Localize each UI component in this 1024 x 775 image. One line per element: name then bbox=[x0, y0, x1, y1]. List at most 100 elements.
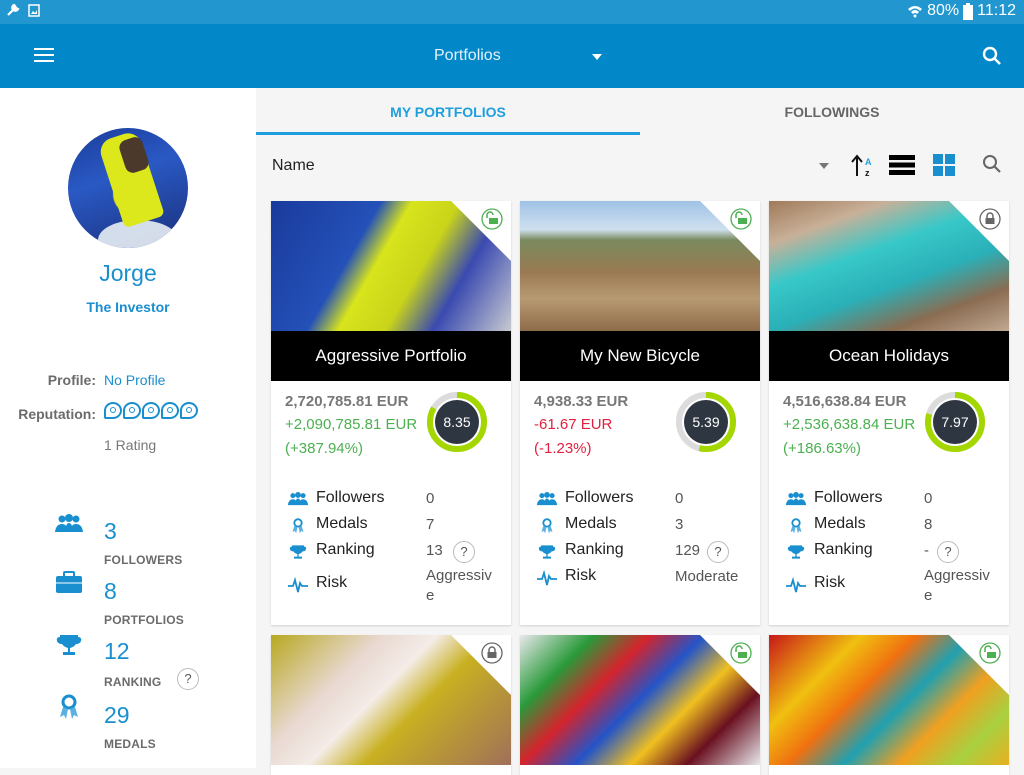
app-bar: Portfolios bbox=[0, 24, 1024, 88]
portfolio-card[interactable]: Aggressive Portfolio 2,720,785.81 EUR +2… bbox=[271, 201, 511, 625]
sort-direction-icon[interactable]: A z bbox=[849, 154, 875, 178]
followers-value: 0 bbox=[924, 490, 933, 507]
portfolio-card[interactable]: Ocean Holidays 4,516,638.84 EUR +2,536,6… bbox=[769, 201, 1009, 625]
ranking-count: 12 bbox=[104, 638, 130, 664]
followers-label: Followers bbox=[316, 489, 385, 506]
list-toolbar: Name A z bbox=[256, 136, 1024, 194]
portfolio-name: Ocean Holidays bbox=[769, 331, 1009, 381]
followers-label: FOLLOWERS bbox=[104, 553, 183, 567]
portfolio-card[interactable] bbox=[271, 635, 511, 775]
lock-open-icon[interactable] bbox=[481, 208, 503, 230]
risk-label: Risk bbox=[565, 567, 597, 584]
medals-value: 7 bbox=[426, 516, 435, 533]
portfolio-details: 4,938.33 EUR -61.67 EUR (-1.23%) 5.39 Fo… bbox=[520, 381, 760, 625]
status-bar: 80% 11:12 bbox=[0, 0, 1024, 24]
menu-icon[interactable] bbox=[34, 48, 54, 64]
medals-label: Medals bbox=[316, 515, 368, 532]
avatar[interactable] bbox=[68, 128, 188, 248]
score-ring: 8.35 bbox=[427, 392, 487, 452]
pulse-icon bbox=[537, 570, 557, 586]
score-value: 7.97 bbox=[941, 414, 969, 430]
wrench-icon bbox=[7, 3, 20, 16]
wifi-icon bbox=[908, 6, 923, 18]
portfolio-value: 4,938.33 EUR bbox=[534, 393, 629, 410]
ranking-label: RANKING bbox=[104, 675, 162, 689]
followers-icon bbox=[785, 492, 807, 506]
battery-percent: 80% bbox=[927, 2, 960, 19]
reputation-rating bbox=[104, 402, 198, 419]
portfolio-card[interactable] bbox=[769, 635, 1009, 775]
lock-open-icon[interactable] bbox=[979, 642, 1001, 664]
medal-icon bbox=[541, 518, 553, 534]
reputation-icon bbox=[104, 402, 122, 419]
portfolio-value: 2,720,785.81 EUR bbox=[285, 393, 409, 410]
reputation-icon bbox=[161, 402, 179, 419]
score-ring: 7.97 bbox=[925, 392, 985, 452]
portfolio-change-percent: (+186.63%) bbox=[783, 440, 861, 457]
list-view-icon[interactable] bbox=[889, 154, 915, 176]
followers-label: Followers bbox=[565, 489, 634, 506]
reputation-icon bbox=[142, 402, 160, 419]
portfolio-card[interactable]: My New Bicycle 4,938.33 EUR -61.67 EUR (… bbox=[520, 201, 760, 625]
battery-icon bbox=[963, 2, 974, 20]
lock-closed-icon[interactable] bbox=[979, 208, 1001, 230]
search-icon[interactable] bbox=[982, 46, 1002, 66]
tab-my-portfolios[interactable]: MY PORTFOLIOS bbox=[256, 88, 640, 136]
tab-followings[interactable]: FOLLOWINGS bbox=[640, 88, 1024, 136]
followers-label: Followers bbox=[814, 489, 883, 506]
caret-down-icon[interactable] bbox=[592, 54, 602, 60]
user-subtitle: The Investor bbox=[86, 299, 170, 315]
portfolio-details: 4,516,638.84 EUR +2,536,638.84 EUR (+186… bbox=[769, 381, 1009, 625]
grid-view-icon[interactable] bbox=[933, 154, 955, 176]
profile-link[interactable]: No Profile bbox=[104, 372, 165, 388]
reputation-icon bbox=[180, 402, 198, 419]
portfolio-card[interactable] bbox=[520, 635, 760, 775]
portfolio-image[interactable] bbox=[769, 201, 1009, 331]
portfolio-name: My New Bicycle bbox=[520, 331, 760, 381]
portfolio-image[interactable] bbox=[520, 201, 760, 331]
sort-select[interactable]: Name bbox=[272, 157, 315, 175]
lock-open-icon[interactable] bbox=[730, 642, 752, 664]
ranking-label: Ranking bbox=[565, 541, 624, 558]
pulse-icon bbox=[288, 577, 308, 593]
briefcase-icon bbox=[56, 571, 82, 593]
lock-closed-icon[interactable] bbox=[481, 642, 503, 664]
ranking-help-button[interactable]: ? bbox=[707, 541, 729, 563]
portfolio-value: 4,516,638.84 EUR bbox=[783, 393, 907, 410]
followers-value: 0 bbox=[426, 490, 435, 507]
svg-text:z: z bbox=[865, 168, 870, 178]
risk-label: Risk bbox=[316, 574, 348, 591]
ranking-help-button[interactable]: ? bbox=[937, 541, 959, 563]
portfolio-change-percent: (+387.94%) bbox=[285, 440, 363, 457]
ranking-value: 129 bbox=[675, 542, 701, 559]
followers-icon bbox=[55, 514, 83, 532]
ranking-value: 13 bbox=[426, 542, 443, 559]
portfolio-image[interactable] bbox=[769, 635, 1009, 765]
portfolios-label: PORTFOLIOS bbox=[104, 613, 184, 627]
medals-value: 3 bbox=[675, 516, 684, 533]
score-value: 8.35 bbox=[443, 414, 471, 430]
rating-count: 1 Rating bbox=[104, 437, 157, 453]
portfolio-image[interactable] bbox=[271, 201, 511, 331]
page-title-dropdown[interactable]: Portfolios bbox=[434, 47, 501, 65]
risk-value: Moderate bbox=[675, 568, 739, 585]
filter-search-icon[interactable] bbox=[982, 154, 1002, 174]
ranking-help-button[interactable]: ? bbox=[453, 541, 475, 563]
portfolio-change: +2,536,638.84 EUR bbox=[783, 416, 916, 433]
trophy-icon bbox=[289, 545, 307, 559]
trophy-icon bbox=[787, 545, 805, 559]
trophy-icon bbox=[56, 635, 82, 655]
lock-open-icon[interactable] bbox=[730, 208, 752, 230]
medal-icon bbox=[790, 518, 802, 534]
pulse-icon bbox=[786, 577, 806, 593]
risk-value: Aggressive bbox=[426, 567, 492, 604]
score-ring: 5.39 bbox=[676, 392, 736, 452]
profile-sidebar: Jorge The Investor Profile: No Profile R… bbox=[0, 88, 256, 768]
sort-dropdown-caret-icon[interactable] bbox=[819, 163, 829, 169]
portfolio-image[interactable] bbox=[271, 635, 511, 765]
medals-label: Medals bbox=[565, 515, 617, 532]
tab-bar: MY PORTFOLIOS FOLLOWINGS bbox=[256, 88, 1024, 136]
ranking-help-button[interactable]: ? bbox=[177, 668, 199, 690]
portfolio-change: -61.67 EUR bbox=[534, 416, 613, 433]
portfolio-image[interactable] bbox=[520, 635, 760, 765]
